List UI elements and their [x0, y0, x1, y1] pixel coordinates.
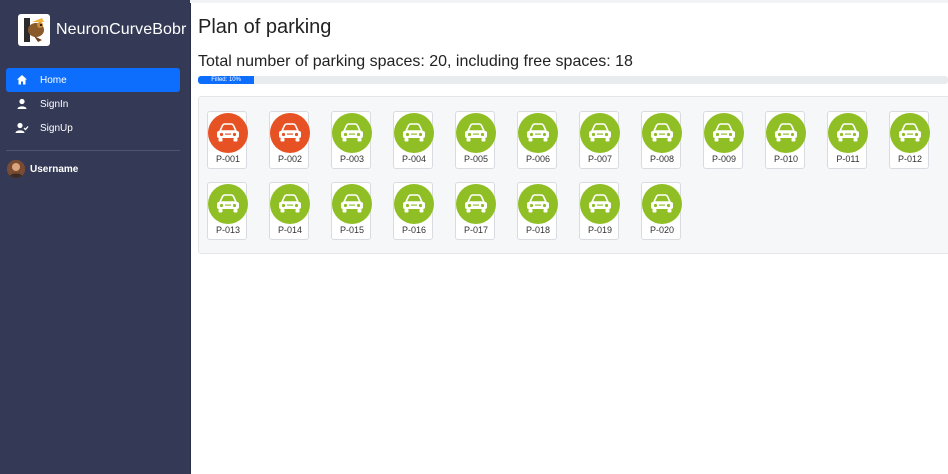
- user-check-icon: [14, 120, 30, 136]
- car-icon: [270, 184, 310, 224]
- spot-label: P-014: [277, 225, 303, 235]
- spot-label: P-017: [463, 225, 489, 235]
- sidebar-item-label: SignIn: [40, 98, 69, 110]
- spot-label: P-010: [773, 154, 799, 164]
- user-icon: [14, 96, 30, 112]
- sidebar-item-label: SignUp: [40, 122, 73, 134]
- car-icon: [208, 113, 248, 153]
- sidebar-nav: Home SignIn SignUp: [6, 68, 180, 140]
- parking-spot[interactable]: P-006: [517, 111, 558, 169]
- sidebar-item-signup[interactable]: SignUp: [6, 116, 180, 140]
- parking-spot[interactable]: P-005: [455, 111, 496, 169]
- spot-label: P-006: [525, 154, 551, 164]
- parking-spot[interactable]: P-012: [889, 111, 930, 169]
- parking-spot[interactable]: P-019: [579, 182, 620, 240]
- spot-label: P-019: [587, 225, 613, 235]
- parking-spot[interactable]: P-013: [207, 182, 248, 240]
- main-content: Plan of parking Total number of parking …: [198, 14, 948, 254]
- spot-label: P-018: [525, 225, 551, 235]
- parking-spot[interactable]: P-018: [517, 182, 558, 240]
- parking-spot[interactable]: P-008: [641, 111, 682, 169]
- parking-spot[interactable]: P-014: [269, 182, 310, 240]
- spot-label: P-016: [401, 225, 427, 235]
- sidebar-item-home[interactable]: Home: [6, 68, 180, 92]
- car-icon: [766, 113, 806, 153]
- fill-progress-bar: Filled: 10%: [198, 76, 255, 84]
- sidebar-item-signin[interactable]: SignIn: [6, 92, 180, 116]
- sidebar-divider: [6, 150, 180, 151]
- spot-label: P-013: [215, 225, 241, 235]
- brand[interactable]: NeuronCurveBobr: [18, 14, 186, 46]
- car-icon: [890, 113, 930, 153]
- car-icon: [394, 184, 434, 224]
- app-logo: [18, 14, 50, 46]
- user-menu[interactable]: Username: [7, 160, 78, 178]
- car-icon: [580, 184, 620, 224]
- parking-spot[interactable]: P-009: [703, 111, 744, 169]
- parking-spot[interactable]: P-015: [331, 182, 372, 240]
- car-icon: [332, 113, 372, 153]
- car-icon: [270, 113, 310, 153]
- parking-summary: Total number of parking spaces: 20, incl…: [198, 53, 633, 70]
- top-border: [190, 0, 948, 3]
- brand-name: NeuronCurveBobr: [56, 21, 187, 38]
- parking-spot[interactable]: P-020: [641, 182, 682, 240]
- car-icon: [394, 113, 434, 153]
- car-icon: [518, 184, 558, 224]
- parking-spot[interactable]: P-002: [269, 111, 310, 169]
- car-icon: [208, 184, 248, 224]
- spot-label: P-012: [897, 154, 923, 164]
- parking-spot[interactable]: P-004: [393, 111, 434, 169]
- parking-spot[interactable]: P-001: [207, 111, 248, 169]
- sidebar-item-label: Home: [40, 74, 67, 86]
- fill-progress: Filled: 10%: [198, 76, 948, 84]
- avatar: [7, 160, 25, 178]
- parking-spot[interactable]: P-017: [455, 182, 496, 240]
- car-icon: [456, 113, 496, 153]
- parking-spot[interactable]: P-003: [331, 111, 372, 169]
- spot-label: P-003: [339, 154, 365, 164]
- sidebar: NeuronCurveBobr Home SignIn SignUp Usern…: [0, 0, 191, 474]
- car-icon: [456, 184, 496, 224]
- spot-label: P-008: [649, 154, 675, 164]
- spot-label: P-015: [339, 225, 365, 235]
- home-icon: [14, 72, 30, 88]
- parking-spot[interactable]: P-016: [393, 182, 434, 240]
- parking-spot[interactable]: P-010: [765, 111, 806, 169]
- spot-label: P-007: [587, 154, 613, 164]
- car-icon: [642, 184, 682, 224]
- car-icon: [642, 113, 682, 153]
- spot-label: P-011: [836, 154, 860, 164]
- username: Username: [30, 163, 79, 175]
- spot-label: P-002: [277, 154, 303, 164]
- car-icon: [580, 113, 620, 153]
- spot-label: P-004: [401, 154, 427, 164]
- spot-label: P-005: [463, 154, 489, 164]
- page-title: Plan of parking: [198, 16, 332, 38]
- car-icon: [704, 113, 744, 153]
- parking-spot[interactable]: P-011: [827, 111, 868, 169]
- spot-label: P-001: [215, 154, 241, 164]
- car-icon: [518, 113, 558, 153]
- parking-plan-panel: P-001 P-002 P-003 P-004 P-005 P-006 P-007 P-008…: [198, 96, 948, 254]
- car-icon: [828, 113, 868, 153]
- parking-spot[interactable]: P-007: [579, 111, 620, 169]
- beaver-logo-icon: [20, 16, 48, 44]
- spot-label: P-009: [711, 154, 737, 164]
- car-icon: [332, 184, 372, 224]
- spot-label: P-020: [649, 225, 675, 235]
